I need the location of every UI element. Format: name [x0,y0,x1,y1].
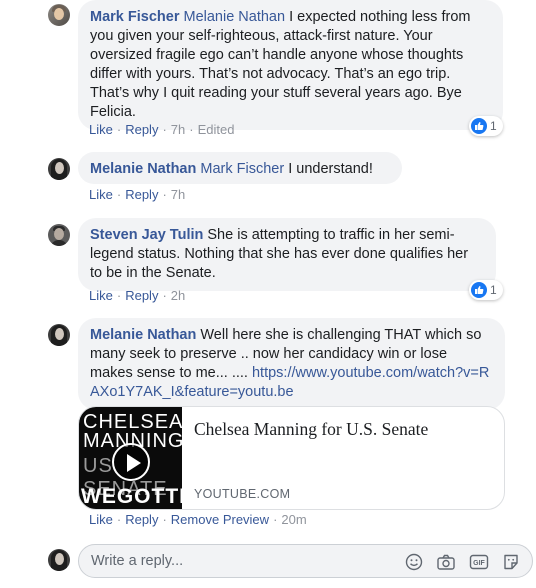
video-thumbnail[interactable]: CHELSEA MANNING US SENATE WEGOTTHI [79,407,182,509]
comment-actions: Like · Reply · 2h [89,288,186,303]
reply-link[interactable]: Reply [125,288,158,303]
comment-actions: Like · Reply · 7h · Edited [89,122,235,137]
reply-placeholder: Write a reply... [91,553,184,569]
reply-link[interactable]: Reply [125,512,158,527]
comment-author[interactable]: Mark Fischer [90,9,179,25]
reaction-number: 1 [490,283,497,297]
comment-mention[interactable]: Melanie Nathan [184,9,286,25]
svg-text:GIF: GIF [473,560,485,567]
remove-preview-link[interactable]: Remove Preview [171,512,269,527]
comment-actions: Like · Reply · Remove Preview · 20m [89,512,307,527]
like-link[interactable]: Like [89,288,113,303]
preview-title[interactable]: Chelsea Manning for U.S. Senate [194,419,428,440]
comment-time[interactable]: 7h [171,122,185,137]
comment-bubble: Melanie Nathan Mark Fischer I understand… [78,152,402,184]
comment-actions: Like · Reply · 7h [89,187,186,202]
reaction-count[interactable]: 1 [469,116,503,136]
avatar[interactable] [48,158,70,180]
thumb-text: WEGOTTHI [81,485,182,508]
comment-text: I expected nothing less from you given y… [90,9,471,120]
like-link[interactable]: Like [89,122,113,137]
thumb-text: CHELSEA [83,411,182,433]
reply-input[interactable]: Write a reply... GIF [78,544,533,578]
edited-label[interactable]: Edited [198,122,235,137]
avatar[interactable] [48,324,70,346]
reply-link[interactable]: Reply [125,187,158,202]
like-icon [471,282,487,298]
avatar[interactable] [48,4,70,26]
comment-bubble: Melanie Nathan Well here she is challeng… [78,318,505,410]
like-icon [471,118,487,134]
emoji-icon[interactable] [403,551,425,573]
comment-author[interactable]: Melanie Nathan [90,161,196,177]
preview-domain: YOUTUBE.COM [194,487,291,501]
reply-link[interactable]: Reply [125,122,158,137]
comment-bubble: Steven Jay Tulin She is attempting to tr… [78,218,496,291]
link-preview-card[interactable]: CHELSEA MANNING US SENATE WEGOTTHI Chels… [78,406,505,510]
comment-bubble: Mark Fischer Melanie Nathan I expected n… [78,0,503,130]
avatar[interactable] [48,224,70,246]
comment-text: I understand! [284,161,373,177]
play-icon[interactable] [112,443,150,481]
comment-time[interactable]: 2h [171,288,185,303]
gif-icon[interactable]: GIF [468,551,490,573]
comment-author[interactable]: Melanie Nathan [90,327,196,343]
like-link[interactable]: Like [89,512,113,527]
camera-icon[interactable] [435,551,457,573]
comment-time[interactable]: 20m [281,512,306,527]
like-link[interactable]: Like [89,187,113,202]
reaction-number: 1 [490,119,497,133]
comment-author[interactable]: Steven Jay Tulin [90,227,203,243]
comment-time[interactable]: 7h [171,187,185,202]
avatar [48,549,70,571]
comment-mention[interactable]: Mark Fischer [200,161,284,177]
sticker-icon[interactable] [500,551,522,573]
reaction-count[interactable]: 1 [469,280,503,300]
